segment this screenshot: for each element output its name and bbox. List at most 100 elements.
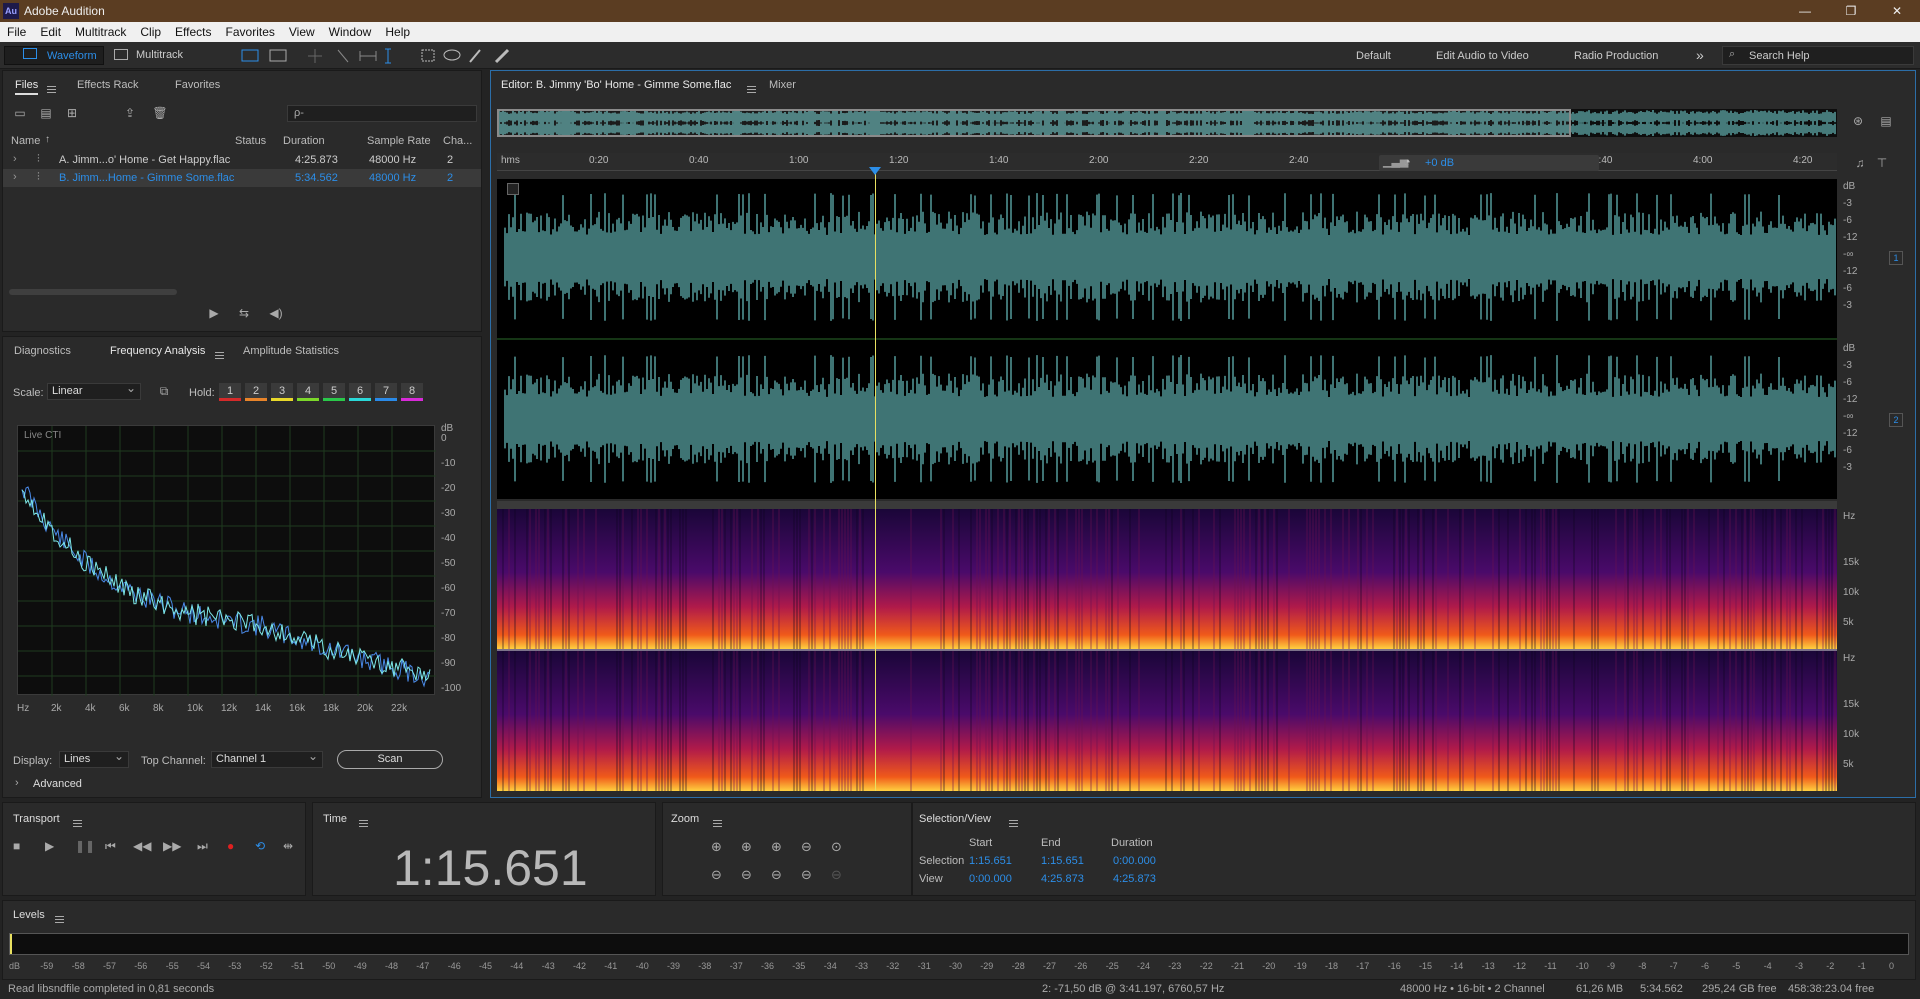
zoom-reset-icon[interactable]: ⊙ [831,839,842,855]
gain-value[interactable]: +0 dB [1425,157,1454,169]
zoom-out-full-icon[interactable]: ⊖ [801,839,812,855]
editor-options-icon[interactable]: ▤ [1877,113,1895,129]
headphones-icon[interactable]: ♫ [1851,155,1869,171]
pin-icon[interactable]: ⊤ [1873,155,1891,171]
expand-chevron-icon[interactable]: › [13,171,17,183]
go-to-start-icon[interactable]: ⏮ [105,839,116,854]
advanced-chevron-icon[interactable]: › [15,777,19,789]
rewind-icon[interactable]: ◀◀ [133,839,151,853]
tab-amplitude-statistics[interactable]: Amplitude Statistics [243,345,339,357]
maximize-button[interactable]: ❐ [1828,0,1874,22]
import-file-icon[interactable]: ▤ [37,105,55,121]
spectral-display[interactable] [497,509,1837,791]
new-file-icon[interactable]: ⊞ [63,105,81,121]
zoom-out-amplitude-icon[interactable]: ⊖ [711,867,722,883]
tab-diagnostics[interactable]: Diagnostics [14,345,71,357]
menu-view[interactable]: View [282,22,322,39]
hud-toggle-icon[interactable] [507,183,519,195]
search-help-field[interactable]: ⌕ Search Help [1722,46,1914,65]
snapshot-icon[interactable]: ⧉ [155,383,173,399]
menu-edit[interactable]: Edit [33,22,68,39]
workspace-edit-audio-to-video[interactable]: Edit Audio to Video [1436,50,1529,62]
minimize-button[interactable]: — [1782,0,1828,22]
selection-start[interactable]: 1:15.651 [969,855,1012,867]
fast-forward-icon[interactable]: ▶▶ [163,839,181,853]
loop-preview-icon[interactable]: ⇆ [235,305,253,321]
menu-window[interactable]: Window [322,22,379,39]
view-duration[interactable]: 4:25.873 [1113,873,1156,885]
transport-menu-icon[interactable] [73,819,82,827]
menu-multitrack[interactable]: Multitrack [68,22,133,39]
zoom-in-time-icon[interactable]: ⊕ [741,839,752,855]
tab-effects-rack[interactable]: Effects Rack [77,79,139,91]
tab-frequency-analysis[interactable]: Frequency Analysis [110,345,205,357]
col-duration[interactable]: Duration [283,135,325,147]
zoom-to-left-icon[interactable]: ⊖ [771,867,782,883]
hold-button-1[interactable]: 1 [219,383,241,401]
expand-chevron-icon[interactable]: › [13,153,17,165]
analysis-menu-icon[interactable] [215,351,224,359]
editor-menu-icon[interactable] [747,85,756,93]
selection-end[interactable]: 1:15.651 [1041,855,1084,867]
zoom-to-fit-icon[interactable]: ⊛ [1849,113,1867,129]
channel-badge-1[interactable]: 1 [1889,251,1903,265]
tab-files[interactable]: Files [15,79,39,95]
record-icon[interactable]: ● [227,839,234,853]
menu-effects[interactable]: Effects [168,22,218,39]
menu-favorites[interactable]: Favorites [219,22,282,39]
zoom-in-amplitude-icon[interactable]: ⊕ [711,839,722,855]
time-ruler[interactable]: hms0:200:401:001:201:402:002:202:403:203… [497,153,1837,171]
open-file-icon[interactable]: ▭ [11,105,29,121]
selection-duration[interactable]: 0:00.000 [1113,855,1156,867]
time-menu-icon[interactable] [359,819,368,827]
tab-favorites[interactable]: Favorites [175,79,220,91]
zoom-to-tracks-icon[interactable]: ⊖ [831,867,842,883]
workspace-default[interactable]: Default [1356,50,1391,62]
go-to-end-icon[interactable]: ⏭ [197,839,208,854]
tab-editor[interactable]: Editor: B. Jimmy 'Bo' Home - Gimme Some.… [501,79,731,91]
view-start[interactable]: 0:00.000 [969,873,1012,885]
menu-help[interactable]: Help [378,22,417,39]
spectral-splitter[interactable] [497,501,1837,509]
hold-button-2[interactable]: 2 [245,383,267,401]
view-end[interactable]: 4:25.873 [1041,873,1084,885]
current-time-display[interactable]: 1:15.651 [393,839,588,897]
file-row-selected[interactable]: › ⫶ B. Jimm...Home - Gimme Some.flac 5:3… [3,169,481,187]
advanced-toggle[interactable]: Advanced [33,778,82,790]
col-status[interactable]: Status [235,135,266,147]
display-dropdown[interactable]: Lines [59,749,129,768]
col-sample-rate[interactable]: Sample Rate [367,135,431,147]
more-workspaces-button[interactable]: » [1696,47,1704,63]
scale-dropdown[interactable]: Linear [47,381,141,400]
selection-menu-icon[interactable] [1009,819,1018,827]
overview-navigator[interactable] [496,109,1837,137]
hold-button-7[interactable]: 7 [375,383,397,401]
channel-badge-2[interactable]: 2 [1889,413,1903,427]
volume-knob-icon[interactable]: ◔ [1403,154,1411,169]
insert-into-multitrack-icon[interactable]: ⇪ [121,105,139,121]
hold-button-6[interactable]: 6 [349,383,371,401]
zoom-to-right-icon[interactable]: ⊖ [801,867,812,883]
scan-button[interactable]: Scan [337,750,443,769]
files-scrollbar[interactable] [9,289,177,295]
hold-button-8[interactable]: 8 [401,383,423,401]
tab-mixer[interactable]: Mixer [769,79,796,91]
zoom-in-selection-icon[interactable]: ⊕ [771,839,782,855]
top-channel-dropdown[interactable]: Channel 1 [211,749,323,768]
close-button[interactable]: ✕ [1874,0,1920,22]
col-name[interactable]: Name [11,135,40,147]
waveform-view-button[interactable]: Waveform [4,46,104,65]
pause-icon[interactable]: ❚❚ [75,839,95,853]
hold-button-4[interactable]: 4 [297,383,319,401]
menu-file[interactable]: File [0,22,33,39]
levels-menu-icon[interactable] [55,915,64,923]
files-search-input[interactable]: ρ- [287,105,477,122]
multitrack-view-button[interactable]: Multitrack [108,46,198,65]
zoom-menu-icon[interactable] [713,819,722,827]
hold-button-3[interactable]: 3 [271,383,293,401]
playhead-marker-icon[interactable] [869,167,881,175]
waveform-display[interactable] [497,179,1837,499]
delete-icon[interactable]: 🗑 [151,105,169,121]
play-icon[interactable]: ▶ [45,839,54,853]
auto-play-icon[interactable]: ◀) [267,305,285,321]
